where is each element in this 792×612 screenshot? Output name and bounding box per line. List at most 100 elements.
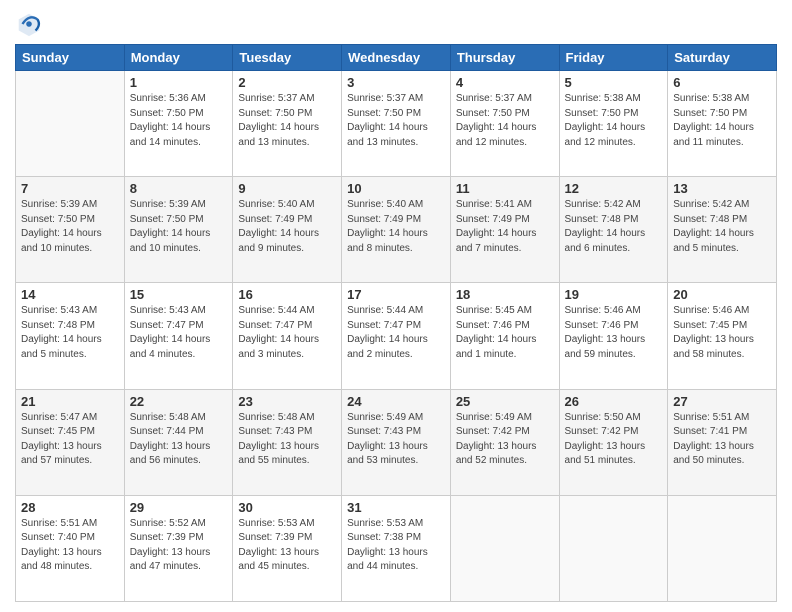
weekday-header-saturday: Saturday	[668, 45, 777, 71]
day-number: 26	[565, 394, 663, 409]
day-number: 5	[565, 75, 663, 90]
calendar-cell: 9 Sunrise: 5:40 AMSunset: 7:49 PMDaylight…	[233, 177, 342, 283]
weekday-header-monday: Monday	[124, 45, 233, 71]
day-info: Sunrise: 5:45 AMSunset: 7:46 PMDaylight:…	[456, 304, 554, 362]
logo-icon	[15, 10, 43, 38]
calendar-cell: 13 Sunrise: 5:42 AMSunset: 7:48 PMDayligh…	[668, 177, 777, 283]
calendar-cell: 23 Sunrise: 5:48 AMSunset: 7:43 PMDayligh…	[233, 389, 342, 495]
day-info: Sunrise: 5:38 AMSunset: 7:50 PMDaylight:…	[673, 92, 771, 150]
week-row-3: 14 Sunrise: 5:43 AMSunset: 7:48 PMDayligh…	[16, 283, 777, 389]
calendar-cell: 25Sunrise: 5:49 AMSunset: 7:42 PMDayligh…	[450, 389, 559, 495]
calendar-cell: 8 Sunrise: 5:39 AMSunset: 7:50 PMDaylight…	[124, 177, 233, 283]
day-number: 10	[347, 181, 445, 196]
day-info: Sunrise: 5:51 AMSunset: 7:40 PMDaylight:…	[21, 517, 119, 575]
calendar-cell: 24 Sunrise: 5:49 AMSunset: 7:43 PMDayligh…	[342, 389, 451, 495]
calendar-cell: 21Sunrise: 5:47 AMSunset: 7:45 PMDayligh…	[16, 389, 125, 495]
weekday-header-row: SundayMondayTuesdayWednesdayThursdayFrid…	[16, 45, 777, 71]
calendar-cell: 20 Sunrise: 5:46 AMSunset: 7:45 PMDayligh…	[668, 283, 777, 389]
weekday-header-thursday: Thursday	[450, 45, 559, 71]
day-info: Sunrise: 5:53 AMSunset: 7:38 PMDaylight:…	[347, 517, 445, 575]
day-info: Sunrise: 5:51 AMSunset: 7:41 PMDaylight:…	[673, 411, 771, 469]
calendar-cell: 17 Sunrise: 5:44 AMSunset: 7:47 PMDayligh…	[342, 283, 451, 389]
day-info: Sunrise: 5:40 AMSunset: 7:49 PMDaylight:…	[347, 198, 445, 256]
day-info: Sunrise: 5:43 AMSunset: 7:48 PMDaylight:…	[21, 304, 119, 362]
day-info: Sunrise: 5:37 AMSunset: 7:50 PMDaylight:…	[347, 92, 445, 150]
calendar-cell: 2 Sunrise: 5:37 AMSunset: 7:50 PMDaylight…	[233, 71, 342, 177]
header	[15, 10, 777, 38]
calendar-cell: 16Sunrise: 5:44 AMSunset: 7:47 PMDayligh…	[233, 283, 342, 389]
calendar-cell: 11 Sunrise: 5:41 AMSunset: 7:49 PMDayligh…	[450, 177, 559, 283]
day-number: 17	[347, 287, 445, 302]
day-number: 8	[130, 181, 228, 196]
weekday-header-sunday: Sunday	[16, 45, 125, 71]
calendar-cell	[450, 495, 559, 601]
day-number: 31	[347, 500, 445, 515]
page: SundayMondayTuesdayWednesdayThursdayFrid…	[0, 0, 792, 612]
day-info: Sunrise: 5:42 AMSunset: 7:48 PMDaylight:…	[673, 198, 771, 256]
day-info: Sunrise: 5:39 AMSunset: 7:50 PMDaylight:…	[130, 198, 228, 256]
day-info: Sunrise: 5:38 AMSunset: 7:50 PMDaylight:…	[565, 92, 663, 150]
calendar-cell: 28 Sunrise: 5:51 AMSunset: 7:40 PMDayligh…	[16, 495, 125, 601]
day-number: 29	[130, 500, 228, 515]
day-info: Sunrise: 5:37 AMSunset: 7:50 PMDaylight:…	[456, 92, 554, 150]
day-number: 7	[21, 181, 119, 196]
day-info: Sunrise: 5:46 AMSunset: 7:45 PMDaylight:…	[673, 304, 771, 362]
day-info: Sunrise: 5:49 AMSunset: 7:42 PMDaylight:…	[456, 411, 554, 469]
calendar-cell: 6Sunrise: 5:38 AMSunset: 7:50 PMDaylight…	[668, 71, 777, 177]
day-number: 15	[130, 287, 228, 302]
day-number: 14	[21, 287, 119, 302]
day-info: Sunrise: 5:48 AMSunset: 7:43 PMDaylight:…	[238, 411, 336, 469]
day-number: 12	[565, 181, 663, 196]
day-number: 3	[347, 75, 445, 90]
calendar-cell: 15 Sunrise: 5:43 AMSunset: 7:47 PMDayligh…	[124, 283, 233, 389]
day-number: 16	[238, 287, 336, 302]
day-number: 28	[21, 500, 119, 515]
day-info: Sunrise: 5:53 AMSunset: 7:39 PMDaylight:…	[238, 517, 336, 575]
logo	[15, 10, 47, 38]
calendar-cell: 22 Sunrise: 5:48 AMSunset: 7:44 PMDayligh…	[124, 389, 233, 495]
calendar-cell: 10 Sunrise: 5:40 AMSunset: 7:49 PMDayligh…	[342, 177, 451, 283]
day-info: Sunrise: 5:43 AMSunset: 7:47 PMDaylight:…	[130, 304, 228, 362]
day-info: Sunrise: 5:40 AMSunset: 7:49 PMDaylight:…	[238, 198, 336, 256]
day-info: Sunrise: 5:48 AMSunset: 7:44 PMDaylight:…	[130, 411, 228, 469]
day-number: 2	[238, 75, 336, 90]
week-row-1: 1Sunrise: 5:36 AMSunset: 7:50 PMDaylight…	[16, 71, 777, 177]
day-info: Sunrise: 5:37 AMSunset: 7:50 PMDaylight:…	[238, 92, 336, 150]
calendar-cell: 27Sunrise: 5:51 AMSunset: 7:41 PMDayligh…	[668, 389, 777, 495]
calendar-cell: 18 Sunrise: 5:45 AMSunset: 7:46 PMDayligh…	[450, 283, 559, 389]
day-number: 23	[238, 394, 336, 409]
day-number: 22	[130, 394, 228, 409]
day-number: 11	[456, 181, 554, 196]
calendar-cell: 5 Sunrise: 5:38 AMSunset: 7:50 PMDaylight…	[559, 71, 668, 177]
day-info: Sunrise: 5:41 AMSunset: 7:49 PMDaylight:…	[456, 198, 554, 256]
day-info: Sunrise: 5:52 AMSunset: 7:39 PMDaylight:…	[130, 517, 228, 575]
calendar-cell: 7 Sunrise: 5:39 AMSunset: 7:50 PMDaylight…	[16, 177, 125, 283]
week-row-4: 21Sunrise: 5:47 AMSunset: 7:45 PMDayligh…	[16, 389, 777, 495]
calendar-cell: 29 Sunrise: 5:52 AMSunset: 7:39 PMDayligh…	[124, 495, 233, 601]
day-number: 20	[673, 287, 771, 302]
weekday-header-wednesday: Wednesday	[342, 45, 451, 71]
day-info: Sunrise: 5:42 AMSunset: 7:48 PMDaylight:…	[565, 198, 663, 256]
week-row-2: 7 Sunrise: 5:39 AMSunset: 7:50 PMDaylight…	[16, 177, 777, 283]
day-info: Sunrise: 5:39 AMSunset: 7:50 PMDaylight:…	[21, 198, 119, 256]
day-info: Sunrise: 5:36 AMSunset: 7:50 PMDaylight:…	[130, 92, 228, 150]
calendar-cell: 3 Sunrise: 5:37 AMSunset: 7:50 PMDaylight…	[342, 71, 451, 177]
day-number: 13	[673, 181, 771, 196]
calendar-cell: 30 Sunrise: 5:53 AMSunset: 7:39 PMDayligh…	[233, 495, 342, 601]
weekday-header-tuesday: Tuesday	[233, 45, 342, 71]
day-number: 4	[456, 75, 554, 90]
calendar-cell: 12 Sunrise: 5:42 AMSunset: 7:48 PMDayligh…	[559, 177, 668, 283]
calendar-cell: 1Sunrise: 5:36 AMSunset: 7:50 PMDaylight…	[124, 71, 233, 177]
day-number: 30	[238, 500, 336, 515]
day-info: Sunrise: 5:46 AMSunset: 7:46 PMDaylight:…	[565, 304, 663, 362]
day-number: 18	[456, 287, 554, 302]
day-number: 19	[565, 287, 663, 302]
week-row-5: 28 Sunrise: 5:51 AMSunset: 7:40 PMDayligh…	[16, 495, 777, 601]
day-info: Sunrise: 5:44 AMSunset: 7:47 PMDaylight:…	[347, 304, 445, 362]
day-number: 21	[21, 394, 119, 409]
day-number: 9	[238, 181, 336, 196]
day-number: 24	[347, 394, 445, 409]
day-info: Sunrise: 5:49 AMSunset: 7:43 PMDaylight:…	[347, 411, 445, 469]
weekday-header-friday: Friday	[559, 45, 668, 71]
calendar-cell	[559, 495, 668, 601]
